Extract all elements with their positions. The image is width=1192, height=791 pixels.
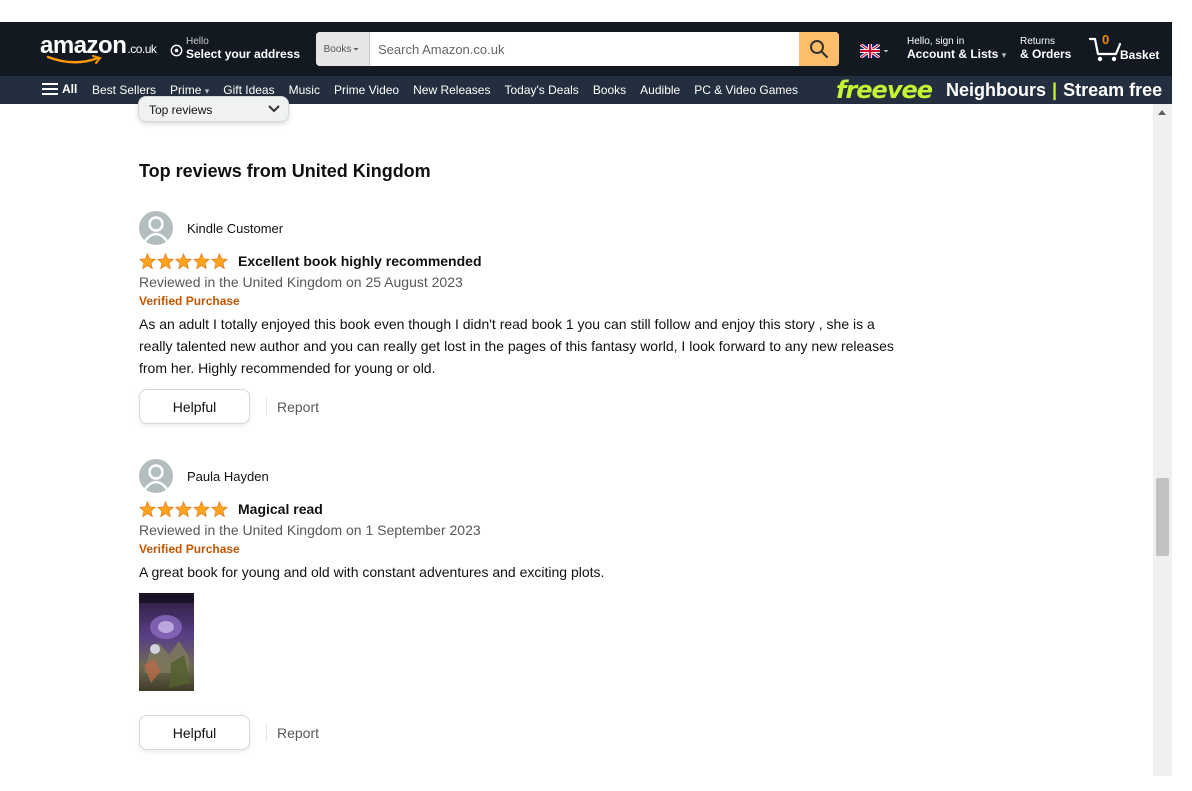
caret-down-icon: [353, 48, 359, 51]
nav-item-todays-deals[interactable]: Today's Deals: [504, 83, 578, 97]
promo-show-title: Neighbours: [946, 79, 1047, 100]
promo-cta: Stream free: [1063, 79, 1163, 100]
location-pin-icon: [170, 44, 183, 57]
nav-links: Best Sellers Prime ▾ Gift Ideas Music Pr…: [92, 83, 812, 97]
reviewer-profile[interactable]: Kindle Customer: [139, 211, 899, 245]
star-icon: [139, 253, 156, 269]
returns-label: Returns: [1020, 36, 1056, 47]
page-scrollbar[interactable]: [1153, 104, 1172, 776]
caret-down-icon: ▾: [204, 86, 210, 96]
scrollbar-thumb[interactable]: [1156, 478, 1169, 556]
review-actions: Helpful Report: [139, 389, 899, 424]
account-lists-label: Account & Lists ▾: [907, 47, 1007, 61]
deliver-greeting: Hello: [186, 36, 209, 47]
account-lists[interactable]: Hello, sign in Account & Lists ▾: [907, 36, 1006, 61]
star-icon: [157, 253, 174, 269]
smile-arrow-icon: [46, 55, 102, 64]
review-title-link[interactable]: Excellent book highly recommended: [238, 253, 482, 269]
report-link[interactable]: Report: [277, 399, 319, 415]
helpful-button[interactable]: Helpful: [139, 389, 250, 424]
avatar: [139, 459, 173, 493]
all-menu-button[interactable]: All: [42, 82, 77, 96]
reviewer-profile[interactable]: Paula Hayden: [139, 459, 899, 493]
search-category-dropdown[interactable]: Books: [316, 32, 370, 66]
nav-item-prime-video[interactable]: Prime Video: [334, 83, 399, 97]
orders-label: & Orders: [1020, 47, 1072, 61]
search-bar: Books: [316, 32, 839, 66]
reviewer-name: Paula Hayden: [187, 468, 269, 484]
star-rating[interactable]: [139, 501, 228, 517]
returns-orders[interactable]: Returns & Orders: [1020, 36, 1071, 61]
review-title-row: Excellent book highly recommended: [139, 251, 899, 271]
account-greeting: Hello, sign in: [907, 36, 965, 47]
star-icon: [139, 501, 156, 517]
select-address-label: Select your address: [186, 47, 301, 61]
verified-purchase-badge: Verified Purchase: [139, 542, 240, 556]
search-icon: [810, 40, 829, 59]
amazon-logo[interactable]: amazon.co.uk: [40, 34, 157, 64]
review-body: As an adult I totally enjoyed this book …: [139, 316, 894, 376]
avatar: [139, 211, 173, 245]
sort-reviews-dropdown[interactable]: Top reviews: [138, 96, 289, 122]
basket-count: 0: [1102, 32, 1110, 47]
uk-flag-icon: [860, 44, 880, 58]
nav-item-gift-ideas[interactable]: Gift Ideas: [223, 83, 274, 97]
freevee-logo: freevee: [836, 76, 933, 104]
nav-item-best-sellers[interactable]: Best Sellers: [92, 83, 156, 97]
all-menu-label: All: [62, 82, 78, 96]
book-cover-image: [139, 593, 194, 691]
star-icon: [193, 253, 210, 269]
star-icon: [157, 501, 174, 517]
star-rating[interactable]: [139, 253, 228, 269]
default-avatar-icon: [144, 464, 168, 490]
review-body: A great book for young and old with cons…: [139, 564, 605, 580]
search-input[interactable]: [370, 32, 799, 66]
nav-item-music[interactable]: Music: [289, 83, 320, 97]
nav-item-pc-video-games[interactable]: PC & Video Games: [694, 83, 798, 97]
promo-separator: |: [1052, 79, 1058, 100]
sort-selected-label: Top reviews: [149, 103, 213, 117]
nav-item-audible[interactable]: Audible: [640, 83, 680, 97]
report-link[interactable]: Report: [277, 725, 319, 741]
star-icon: [211, 253, 228, 269]
language-selector[interactable]: [860, 44, 890, 58]
nav-item-new-releases[interactable]: New Releases: [413, 83, 490, 97]
nav-item-prime[interactable]: Prime ▾: [170, 83, 209, 97]
helpful-button[interactable]: Helpful: [139, 715, 250, 750]
action-divider: [266, 397, 267, 416]
review-title-link[interactable]: Magical read: [238, 501, 323, 517]
reviews-section-title: Top reviews from United Kingdom: [139, 161, 431, 181]
basket-label: Basket: [1120, 48, 1160, 62]
star-icon: [175, 253, 192, 269]
nav-item-books[interactable]: Books: [593, 83, 626, 97]
basket-button[interactable]: 0 Basket: [1088, 32, 1159, 64]
action-divider: [266, 723, 267, 742]
hamburger-menu-icon: [42, 83, 58, 95]
chevron-down-icon: [268, 105, 280, 113]
caret-down-icon: [883, 50, 889, 53]
review-actions: Helpful Report: [139, 715, 899, 750]
header-bar: amazon.co.uk Hello Select your address B…: [0, 22, 1172, 76]
default-avatar-icon: [144, 216, 168, 242]
star-icon: [211, 501, 228, 517]
reviewer-name: Kindle Customer: [187, 220, 284, 236]
star-icon: [193, 501, 210, 517]
review-card: Paula Hayden Magical read Reviewed in th…: [139, 459, 899, 750]
freevee-promo-banner[interactable]: freevee Neighbours | Stream free: [836, 78, 1162, 102]
review-date: Reviewed in the United Kingdom on 1 Sept…: [139, 522, 481, 538]
review-photo-thumbnail[interactable]: [139, 593, 194, 691]
search-category-label: Books: [323, 43, 352, 55]
review-card: Kindle Customer Excellent book highly re…: [139, 211, 899, 424]
review-date: Reviewed in the United Kingdom on 25 Aug…: [139, 274, 463, 290]
scroll-up-arrow-icon[interactable]: [1158, 110, 1166, 115]
verified-purchase-badge: Verified Purchase: [139, 294, 240, 308]
review-title-row: Magical read: [139, 499, 899, 519]
star-icon: [175, 501, 192, 517]
search-button[interactable]: [799, 32, 839, 66]
